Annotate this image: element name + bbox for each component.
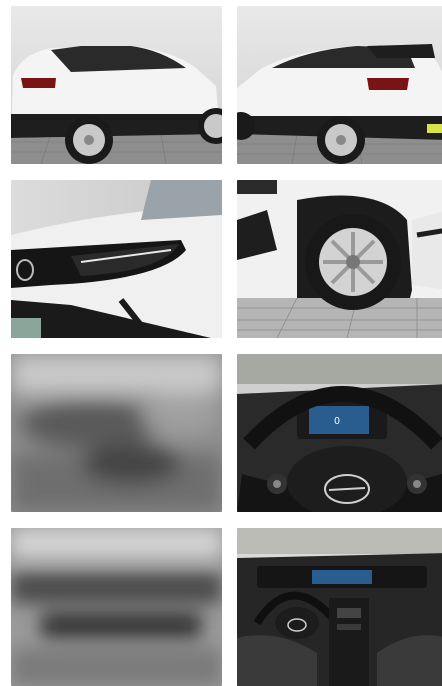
photo-tile[interactable] [237, 6, 442, 164]
blurred-photo [11, 354, 222, 512]
dashboard-interior-photo [237, 528, 442, 686]
photo-tile[interactable] [11, 6, 222, 164]
car-rear-right-photo [237, 6, 442, 164]
blurred-photo [11, 528, 222, 686]
photo-tile-blurred[interactable] [11, 354, 222, 512]
photo-tile[interactable] [237, 528, 442, 686]
wheel-closeup-photo [237, 180, 442, 338]
photo-tile[interactable] [237, 180, 442, 338]
svg-text:0: 0 [334, 416, 340, 427]
photo-tile[interactable] [11, 180, 222, 338]
steering-wheel-photo: 0 [237, 354, 442, 512]
photo-tile-blurred[interactable] [11, 528, 222, 686]
photo-tile[interactable]: 0 [237, 354, 442, 512]
car-rear-left-photo [11, 6, 222, 164]
headlight-closeup-photo [11, 180, 222, 338]
